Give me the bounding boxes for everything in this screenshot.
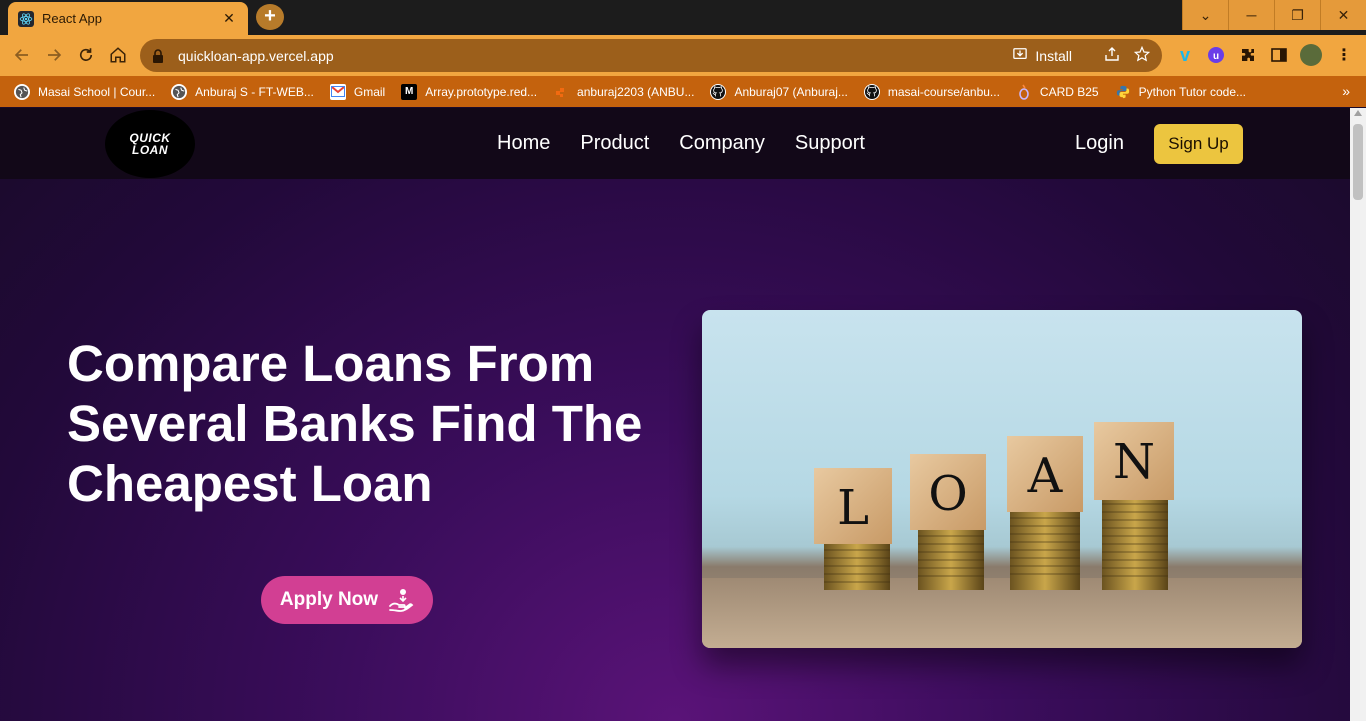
apply-now-label: Apply Now <box>279 589 379 610</box>
logo-text-bottom: LOAN <box>132 143 168 157</box>
install-button[interactable]: Install <box>1013 47 1072 64</box>
page-viewport: QUICK LOAN Home Product Company Support … <box>0 108 1350 721</box>
close-window-button[interactable]: ✕ <box>1320 0 1366 30</box>
globe-icon <box>171 83 188 100</box>
lock-icon <box>152 48 166 63</box>
bookmark-item[interactable]: Anburaj07 (Anburaj... <box>710 83 848 100</box>
scroll-up-icon[interactable] <box>1354 110 1362 116</box>
url-text[interactable]: quickloan-app.vercel.app <box>178 48 1013 64</box>
block-letter-o: O <box>928 466 967 522</box>
profile-avatar[interactable] <box>1300 44 1322 66</box>
bookmark-item[interactable]: M Array.prototype.red... <box>401 83 537 100</box>
tab-title: React App <box>42 11 102 26</box>
back-icon[interactable] <box>7 40 37 70</box>
nav-link-company[interactable]: Company <box>679 132 765 155</box>
bookmark-item[interactable]: Anburaj S - FT-WEB... <box>171 83 314 100</box>
tab-search-icon[interactable]: ⌄ <box>1182 0 1228 30</box>
bookmark-item[interactable]: Gmail <box>329 83 385 100</box>
menu-kebab-icon[interactable]: ⋮ <box>1333 44 1355 66</box>
bookmark-item[interactable]: CARD B25 <box>1016 84 1099 100</box>
nav-link-product[interactable]: Product <box>580 132 649 155</box>
scrollbar-thumb[interactable] <box>1353 124 1363 200</box>
browser-tabstrip: React App ✕ + ⌄ ─ ❐ ✕ <box>0 0 1366 35</box>
site-nav-links: Home Product Company Support <box>497 132 895 155</box>
bookmark-item[interactable]: Masai School | Cour... <box>14 83 155 100</box>
github-icon <box>710 83 727 100</box>
nav-link-home[interactable]: Home <box>497 132 550 155</box>
python-icon <box>1115 84 1131 100</box>
loan-hero-image: L O A N <box>702 310 1302 648</box>
install-icon <box>1013 47 1028 64</box>
card-icon <box>1016 84 1032 100</box>
bookmark-item[interactable]: masai-course/anbu... <box>863 83 1000 100</box>
new-tab-button[interactable]: + <box>256 4 284 30</box>
vimeo-extension-icon[interactable]: v <box>1174 44 1196 66</box>
bookmark-star-icon[interactable] <box>1133 45 1151 66</box>
globe-icon <box>14 83 30 100</box>
site-logo[interactable]: QUICK LOAN <box>105 110 195 178</box>
bookmarks-bar: Masai School | Cour... Anburaj S - FT-WE… <box>0 76 1366 107</box>
apply-now-button[interactable]: Apply Now <box>261 576 433 624</box>
hero-heading: Compare Loans From Several Banks Find Th… <box>67 335 643 512</box>
block-letter-n: N <box>1113 434 1155 490</box>
install-label: Install <box>1035 47 1072 64</box>
nav-link-support[interactable]: Support <box>795 132 865 155</box>
react-icon <box>18 10 34 27</box>
address-bar[interactable]: quickloan-app.vercel.app Install <box>140 39 1162 72</box>
login-link[interactable]: Login <box>1075 132 1124 155</box>
bookmark-item[interactable]: Python Tutor code... <box>1115 84 1246 100</box>
reload-icon[interactable] <box>71 40 101 70</box>
sidepanel-icon[interactable] <box>1268 44 1290 66</box>
minimize-button[interactable]: ─ <box>1228 0 1274 30</box>
mdn-icon: M <box>401 83 418 100</box>
share-icon[interactable] <box>1104 46 1120 66</box>
forward-icon[interactable] <box>39 40 69 70</box>
extension-circle-icon[interactable]: u <box>1205 44 1227 66</box>
signup-button[interactable]: Sign Up <box>1154 124 1243 164</box>
tab-close-icon[interactable]: ✕ <box>220 10 238 27</box>
browser-tab[interactable]: React App ✕ <box>8 2 248 35</box>
bookmarks-overflow-icon[interactable]: » <box>1342 83 1350 99</box>
home-icon[interactable] <box>103 40 133 70</box>
orange-icon <box>553 84 569 100</box>
github-icon <box>863 83 880 100</box>
restore-button[interactable]: ❐ <box>1274 0 1320 30</box>
site-header: QUICK LOAN Home Product Company Support … <box>0 108 1350 179</box>
browser-toolbar: quickloan-app.vercel.app Install v u ⋮ <box>0 35 1366 76</box>
block-letter-l: L <box>837 480 869 536</box>
block-letter-a: A <box>1027 448 1064 504</box>
puzzle-extension-icon[interactable] <box>1237 44 1259 66</box>
hand-coin-icon <box>388 587 414 613</box>
gmail-icon <box>329 83 346 100</box>
page-scrollbar[interactable] <box>1350 108 1366 721</box>
svg-text:u: u <box>1213 51 1219 62</box>
bookmark-item[interactable]: anburaj2203 (ANBU... <box>553 84 694 100</box>
